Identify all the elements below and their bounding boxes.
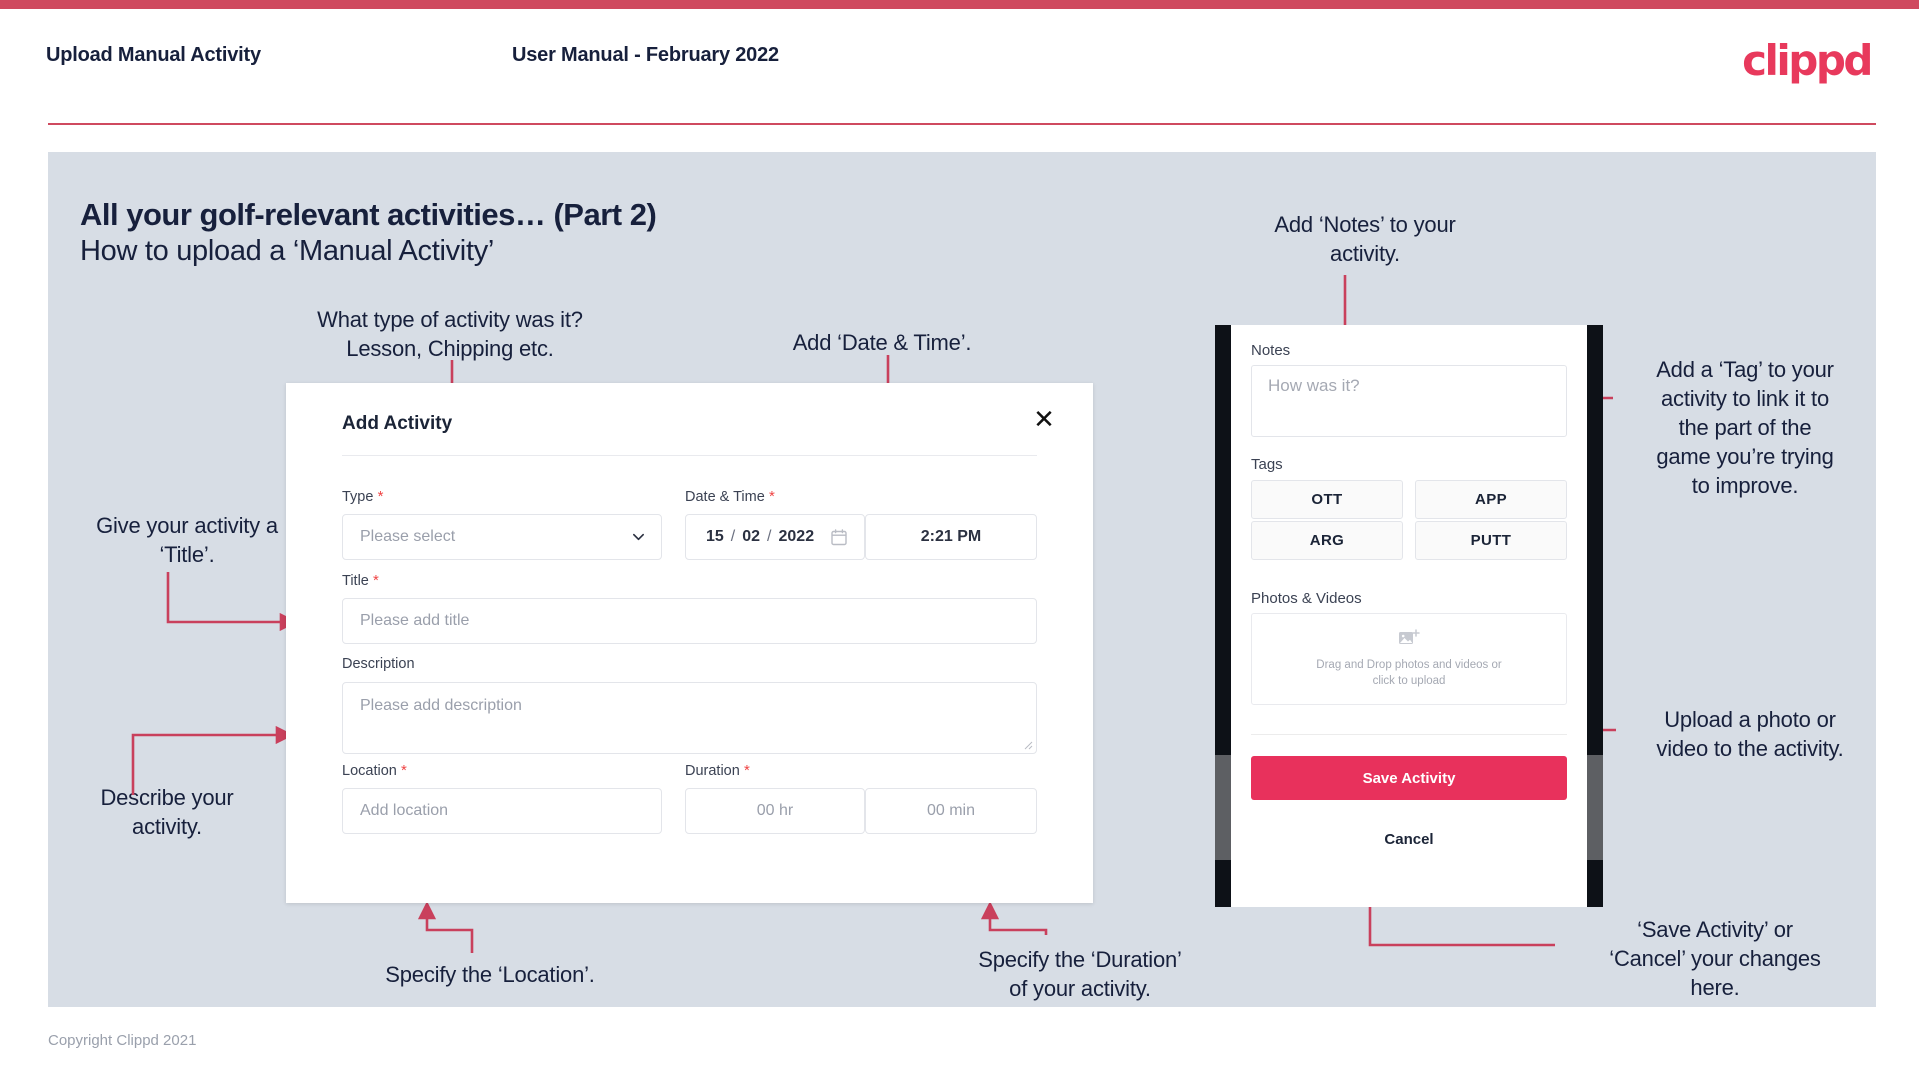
location-input[interactable]: Add location <box>342 788 662 834</box>
duration-minutes-placeholder: 00 min <box>926 802 976 819</box>
add-activity-dialog: Add Activity ✕ Type * Please select Date… <box>286 383 1093 903</box>
date-input[interactable]: 15 / 02 / 2022 <box>685 514 865 560</box>
required-mark: * <box>373 488 384 505</box>
duration-label: Duration * <box>685 762 750 779</box>
cancel-button[interactable]: Cancel <box>1251 831 1567 848</box>
mobile-preview: Notes How was it? Tags OTT APP ARG PUTT … <box>1215 325 1603 907</box>
annotation-photos: Upload a photo or video to the activity. <box>1656 707 1844 761</box>
add-image-icon <box>1399 629 1420 644</box>
required-mark: * <box>368 572 379 589</box>
page-title: Upload Manual Activity <box>46 44 261 66</box>
phone-bezel-right-grey <box>1587 755 1603 860</box>
clippd-logo: clippd <box>1742 36 1873 85</box>
dialog-title: Add Activity <box>342 413 453 434</box>
date-sep: / <box>730 528 736 545</box>
annotation-tags: Add a ‘Tag’ to your activity to link it … <box>1656 357 1834 498</box>
description-label: Description <box>342 656 415 672</box>
date-month: 02 <box>742 528 761 545</box>
annotation-notes: Add ‘Notes’ to your activity. <box>1274 212 1456 266</box>
type-label: Type * <box>342 488 383 505</box>
tag-option-arg[interactable]: ARG <box>1251 521 1403 560</box>
slide-root: Upload Manual Activity User Manual - Feb… <box>0 0 1919 1079</box>
tag-option-putt[interactable]: PUTT <box>1415 521 1567 560</box>
location-placeholder: Add location <box>360 802 449 819</box>
footer-copyright: Copyright Clippd 2021 <box>48 1032 197 1049</box>
time-input[interactable]: 2:21 PM <box>865 514 1037 560</box>
duration-label-text: Duration <box>685 763 740 779</box>
required-mark: * <box>764 488 775 505</box>
resize-handle-icon[interactable] <box>1024 741 1033 750</box>
date-day: 15 <box>706 528 724 545</box>
duration-minutes-input[interactable]: 00 min <box>865 788 1037 834</box>
chevron-down-icon <box>633 533 644 541</box>
slide-title: All your golf-relevant activities… (Part… <box>80 197 657 232</box>
annotation-description: Describe your activity. <box>100 785 234 839</box>
header-divider <box>48 123 1876 125</box>
annotation-type: What type of activity was it? Lesson, Ch… <box>317 307 583 361</box>
description-textarea[interactable]: Please add description <box>342 682 1037 754</box>
notes-textarea[interactable]: How was it? <box>1251 365 1567 437</box>
type-select[interactable]: Please select <box>342 514 662 560</box>
date-year: 2022 <box>778 528 815 545</box>
photos-label: Photos & Videos <box>1251 590 1362 607</box>
type-select-value: Please select <box>360 528 456 545</box>
location-label: Location * <box>342 762 407 779</box>
phone-screen: Notes How was it? Tags OTT APP ARG PUTT … <box>1231 325 1587 907</box>
title-label-text: Title <box>342 573 369 589</box>
title-label: Title * <box>342 572 379 589</box>
required-mark: * <box>396 762 407 779</box>
tag-option-ott[interactable]: OTT <box>1251 480 1403 519</box>
phone-bezel-left-grey <box>1215 755 1231 860</box>
photo-dropzone-text: Drag and Drop photos and videos or click… <box>1316 659 1502 687</box>
annotation-datetime: Add ‘Date & Time’. <box>792 330 972 355</box>
datetime-label-text: Date & Time <box>685 489 765 505</box>
type-label-text: Type <box>342 489 374 505</box>
datetime-label: Date & Time * <box>685 488 775 505</box>
calendar-icon[interactable] <box>831 528 847 546</box>
tags-label: Tags <box>1251 456 1283 473</box>
dialog-divider <box>342 455 1037 456</box>
required-mark: * <box>739 762 750 779</box>
notes-label: Notes <box>1251 342 1291 359</box>
annotation-location: Specify the ‘Location’. <box>385 962 595 987</box>
annotation-save: ‘Save Activity’ or ‘Cancel’ your changes… <box>1609 917 1821 1000</box>
photo-dropzone[interactable]: Drag and Drop photos and videos or click… <box>1251 613 1567 705</box>
annotation-duration: Specify the ‘Duration’ of your activity. <box>978 947 1182 1001</box>
location-label-text: Location <box>342 763 397 779</box>
time-value: 2:21 PM <box>920 528 982 545</box>
document-subtitle: User Manual - February 2022 <box>512 44 779 66</box>
save-activity-button[interactable]: Save Activity <box>1251 756 1567 800</box>
duration-hours-placeholder: 00 hr <box>756 802 794 819</box>
description-placeholder: Please add description <box>360 697 522 714</box>
mobile-divider <box>1251 734 1567 735</box>
slide-subtitle: How to upload a ‘Manual Activity’ <box>80 235 495 267</box>
title-input[interactable]: Please add title <box>342 598 1037 644</box>
date-sep: / <box>767 528 772 545</box>
close-icon[interactable]: ✕ <box>1029 405 1059 435</box>
duration-hours-input[interactable]: 00 hr <box>685 788 865 834</box>
notes-placeholder: How was it? <box>1268 376 1360 395</box>
top-accent-bar <box>0 0 1919 9</box>
tag-option-app[interactable]: APP <box>1415 480 1567 519</box>
title-placeholder: Please add title <box>360 612 470 629</box>
